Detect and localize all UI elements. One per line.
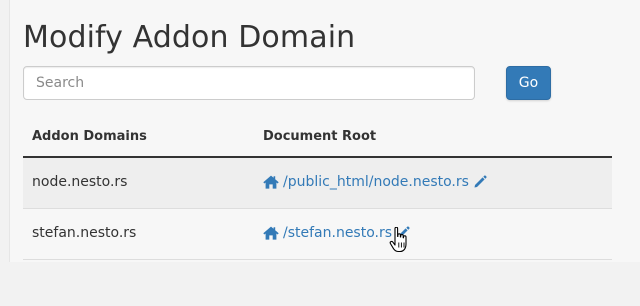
column-header-addon-domains: Addon Domains [32,129,147,144]
column-header-document-root: Document Root [263,129,377,144]
go-button[interactable]: Go [506,66,551,100]
table-row: node.nesto.rs /public_html/node.nesto.rs [23,158,612,209]
search-input[interactable] [23,66,475,100]
addon-domain-cell: stefan.nesto.rs [32,225,137,241]
addon-domain-cell: node.nesto.rs [32,174,128,190]
pencil-icon[interactable] [473,175,487,189]
page-title: Modify Addon Domain [23,20,356,55]
document-root-cell: /public_html/node.nesto.rs [263,174,487,190]
document-root-link[interactable]: /stefan.nesto.rs [283,225,392,241]
document-root-link[interactable]: /public_html/node.nesto.rs [283,174,469,190]
home-icon [263,226,279,240]
home-icon [263,175,279,189]
pencil-icon[interactable] [396,226,410,240]
table-row: stefan.nesto.rs /stefan.nesto.rs [23,209,612,260]
document-root-cell: /stefan.nesto.rs [263,225,410,241]
